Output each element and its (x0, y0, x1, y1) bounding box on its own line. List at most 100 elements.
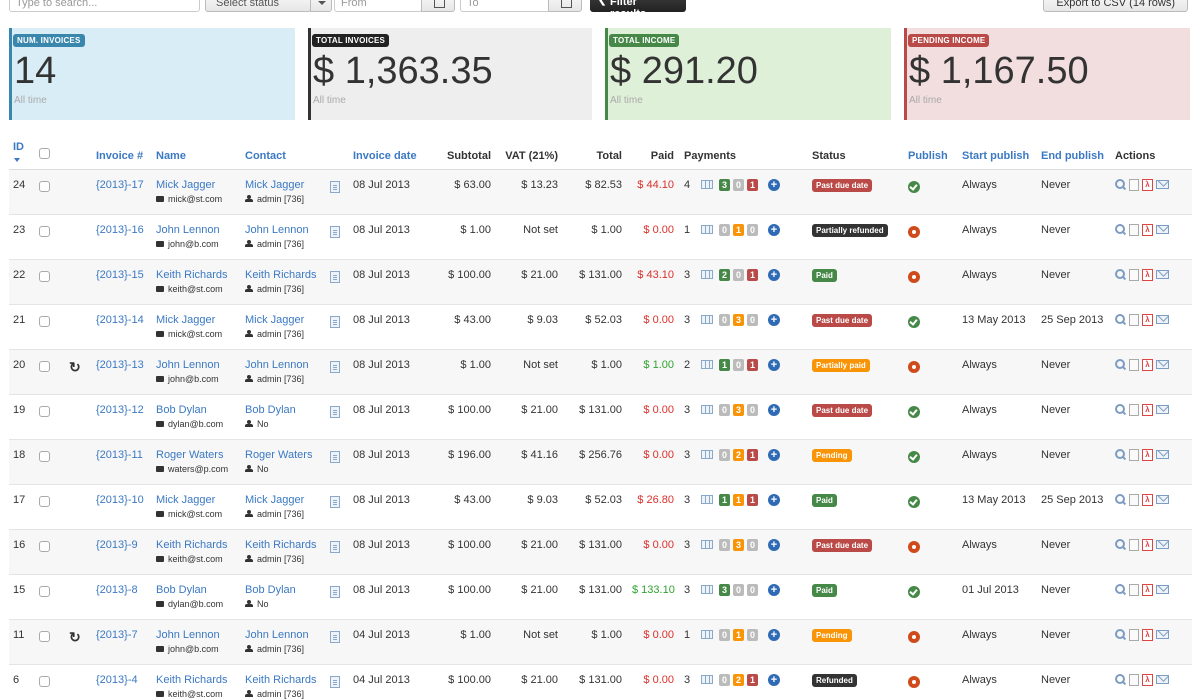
document-icon[interactable] (330, 360, 340, 373)
edit-document-icon[interactable] (1129, 268, 1139, 281)
view-search-icon[interactable] (1115, 224, 1126, 235)
edit-document-icon[interactable] (1129, 583, 1139, 596)
view-search-icon[interactable] (1115, 314, 1126, 325)
invoice-link[interactable]: {2013}-16 (96, 224, 144, 236)
add-payment-icon[interactable]: + (768, 628, 780, 641)
row-checkbox[interactable] (39, 540, 50, 552)
contact-link[interactable]: Keith Richards (245, 674, 326, 686)
row-checkbox[interactable] (39, 225, 50, 237)
add-payment-icon[interactable]: + (768, 538, 780, 551)
table-row[interactable]: 19 {2013}-12 Bob Dylan dylan@b.com Bob Dy… (9, 393, 1192, 439)
row-checkbox[interactable] (39, 495, 50, 507)
table-row[interactable]: 6 {2013}-4 Keith Richards keith@st.com Ke… (9, 663, 1192, 700)
date-to-input[interactable]: To (460, 0, 550, 12)
add-payment-icon[interactable]: + (768, 268, 780, 281)
export-csv-button[interactable]: Export to CSV (14 rows) (1043, 0, 1188, 12)
view-search-icon[interactable] (1115, 449, 1126, 460)
invoice-link[interactable]: {2013}-11 (96, 449, 143, 461)
add-payment-icon[interactable]: + (768, 493, 780, 506)
edit-document-icon[interactable] (1129, 358, 1139, 371)
document-icon[interactable] (330, 495, 340, 508)
view-search-icon[interactable] (1115, 674, 1126, 685)
contact-link[interactable]: Bob Dylan (245, 584, 326, 596)
client-name-link[interactable]: John Lennon (156, 629, 241, 641)
payments-list-icon[interactable] (701, 180, 713, 189)
email-icon[interactable] (1156, 495, 1169, 504)
add-payment-icon[interactable]: + (768, 313, 780, 326)
edit-document-icon[interactable] (1129, 628, 1139, 641)
email-icon[interactable] (1156, 315, 1169, 324)
unpublished-icon[interactable] (908, 540, 920, 553)
contact-link[interactable]: Mick Jagger (245, 494, 326, 506)
pdf-icon[interactable]: λ (1142, 673, 1153, 686)
add-payment-icon[interactable]: + (768, 403, 780, 416)
email-icon[interactable] (1156, 540, 1169, 549)
invoice-link[interactable]: {2013}-7 (96, 629, 138, 641)
payments-list-icon[interactable] (701, 675, 713, 684)
col-publish[interactable]: Publish (904, 131, 958, 170)
published-check-icon[interactable] (908, 315, 920, 328)
table-row[interactable]: 18 {2013}-11 Roger Waters waters@p.com Ro… (9, 438, 1192, 484)
payments-list-icon[interactable] (701, 495, 713, 504)
client-name-link[interactable]: Keith Richards (156, 269, 241, 281)
pdf-icon[interactable]: λ (1142, 583, 1153, 596)
unpublished-icon[interactable] (908, 630, 920, 643)
add-payment-icon[interactable]: + (768, 448, 780, 461)
document-icon[interactable] (330, 630, 340, 643)
published-check-icon[interactable] (908, 495, 920, 508)
table-row[interactable]: 24 {2013}-17 Mick Jagger mick@st.com Mick… (9, 168, 1192, 214)
calendar-from-icon[interactable] (421, 0, 455, 12)
invoice-link[interactable]: {2013}-4 (96, 674, 138, 686)
view-search-icon[interactable] (1115, 584, 1126, 595)
email-icon[interactable] (1156, 360, 1169, 369)
row-checkbox[interactable] (39, 450, 50, 462)
contact-link[interactable]: John Lennon (245, 629, 326, 641)
client-name-link[interactable]: Bob Dylan (156, 584, 241, 596)
published-check-icon[interactable] (908, 180, 920, 193)
col-invoice[interactable]: Invoice # (92, 131, 152, 170)
contact-link[interactable]: John Lennon (245, 224, 326, 236)
add-payment-icon[interactable]: + (768, 583, 780, 596)
row-checkbox[interactable] (39, 360, 50, 372)
row-checkbox[interactable] (39, 270, 50, 282)
view-search-icon[interactable] (1115, 404, 1126, 415)
payments-list-icon[interactable] (701, 270, 713, 279)
table-row[interactable]: 11 ↻ {2013}-7 John Lennon john@b.com John… (9, 618, 1192, 664)
email-icon[interactable] (1156, 630, 1169, 639)
view-search-icon[interactable] (1115, 269, 1126, 280)
edit-document-icon[interactable] (1129, 403, 1139, 416)
table-row[interactable]: 21 {2013}-14 Mick Jagger mick@st.com Mick… (9, 303, 1192, 349)
unpublished-icon[interactable] (908, 675, 920, 688)
edit-document-icon[interactable] (1129, 313, 1139, 326)
contact-link[interactable]: John Lennon (245, 359, 326, 371)
document-icon[interactable] (330, 270, 340, 283)
pdf-icon[interactable]: λ (1142, 313, 1153, 326)
row-checkbox[interactable] (39, 675, 50, 687)
edit-document-icon[interactable] (1129, 178, 1139, 191)
document-icon[interactable] (330, 405, 340, 418)
pdf-icon[interactable]: λ (1142, 538, 1153, 551)
status-select[interactable]: Select status (205, 0, 311, 12)
col-invoice-date[interactable]: Invoice date (349, 131, 429, 170)
recurring-icon[interactable]: ↻ (69, 629, 81, 645)
view-search-icon[interactable] (1115, 179, 1126, 190)
contact-link[interactable]: Mick Jagger (245, 314, 326, 326)
client-name-link[interactable]: Mick Jagger (156, 179, 241, 191)
invoice-link[interactable]: {2013}-14 (96, 314, 144, 326)
document-icon[interactable] (330, 225, 340, 238)
edit-document-icon[interactable] (1129, 538, 1139, 551)
payments-list-icon[interactable] (701, 540, 713, 549)
table-row[interactable]: 23 {2013}-16 John Lennon john@b.com John … (9, 213, 1192, 259)
payments-list-icon[interactable] (701, 405, 713, 414)
edit-document-icon[interactable] (1129, 493, 1139, 506)
table-row[interactable]: 22 {2013}-15 Keith Richards keith@st.com … (9, 258, 1192, 304)
unpublished-icon[interactable] (908, 270, 920, 283)
row-checkbox[interactable] (39, 315, 50, 327)
contact-link[interactable]: Bob Dylan (245, 404, 326, 416)
contact-link[interactable]: Keith Richards (245, 539, 326, 551)
edit-document-icon[interactable] (1129, 673, 1139, 686)
col-id[interactable]: ID (9, 131, 35, 170)
client-name-link[interactable]: Bob Dylan (156, 404, 241, 416)
document-icon[interactable] (330, 675, 340, 688)
pdf-icon[interactable]: λ (1142, 358, 1153, 371)
